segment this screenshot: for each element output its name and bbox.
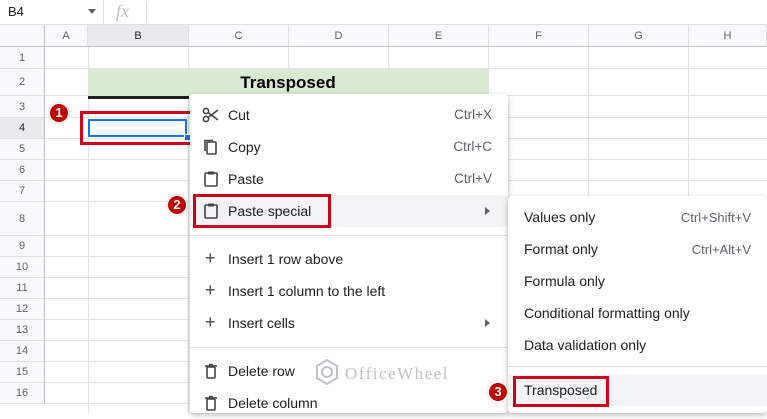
submenu-item-conditional-formatting-only[interactable]: Conditional formatting only xyxy=(508,297,767,329)
plus-icon: + xyxy=(205,248,216,268)
row-header-9[interactable]: 9 xyxy=(0,236,45,257)
highlight-box-transposed xyxy=(513,376,609,407)
menu-item-label: Insert cells xyxy=(228,315,295,331)
row-header-7[interactable]: 7 xyxy=(0,181,45,202)
scissors-icon xyxy=(202,107,219,123)
step-badge-2: 2 xyxy=(166,194,188,216)
menu-separator xyxy=(508,366,767,367)
row-header-10[interactable]: 10 xyxy=(0,257,45,278)
menu-item-label: Paste xyxy=(228,171,264,187)
menu-item-label: Insert 1 column to the left xyxy=(228,283,386,299)
row-header-2[interactable]: 2 xyxy=(0,69,45,96)
row-header-11[interactable]: 11 xyxy=(0,278,45,299)
column-header-e[interactable]: E xyxy=(389,25,489,47)
menu-item-shortcut: Ctrl+C xyxy=(453,139,492,154)
formula-divider xyxy=(146,3,147,21)
submenu-item-label: Format only xyxy=(524,241,598,257)
row-header-1[interactable]: 1 xyxy=(0,47,45,69)
menu-item-paste[interactable]: Paste Ctrl+V xyxy=(190,163,508,195)
row-header-5[interactable]: 5 xyxy=(0,139,45,160)
formula-bar: B4 fx xyxy=(0,0,767,25)
row-header-13[interactable]: 13 xyxy=(0,320,45,341)
submenu-arrow-icon xyxy=(485,319,490,327)
menu-item-copy[interactable]: Copy Ctrl+C xyxy=(190,131,508,163)
menu-item-cut[interactable]: Cut Ctrl+X xyxy=(190,99,508,131)
step-badge-1: 1 xyxy=(48,102,70,124)
menu-item-insert-row-above[interactable]: + Insert 1 row above xyxy=(190,243,508,275)
highlight-box-paste-special xyxy=(193,194,331,228)
copy-icon xyxy=(204,139,217,155)
menu-item-label: Delete row xyxy=(228,363,295,379)
column-header-b[interactable]: B xyxy=(88,25,189,47)
column-header-c[interactable]: C xyxy=(189,25,289,47)
menu-item-label: Insert 1 row above xyxy=(228,251,344,267)
column-header-h[interactable]: H xyxy=(689,25,767,47)
menu-separator xyxy=(190,347,508,348)
menu-item-insert-cells[interactable]: + Insert cells xyxy=(190,307,508,339)
submenu-arrow-icon xyxy=(485,207,490,215)
row-header-4[interactable]: 4 xyxy=(0,118,45,139)
trash-icon xyxy=(205,395,217,411)
submenu-item-label: Conditional formatting only xyxy=(524,305,690,321)
submenu-item-formula-only[interactable]: Formula only xyxy=(508,265,767,297)
menu-item-shortcut: Ctrl+X xyxy=(454,107,492,122)
header-cell-dark[interactable] xyxy=(88,96,189,99)
row-header-14[interactable]: 14 xyxy=(0,341,45,362)
clipboard-icon xyxy=(204,171,218,187)
submenu-item-shortcut: Ctrl+Shift+V xyxy=(680,210,751,225)
menu-item-delete-column[interactable]: Delete column xyxy=(190,387,508,419)
plus-icon: + xyxy=(205,280,216,300)
row-header-12[interactable]: 12 xyxy=(0,299,45,320)
menu-item-label: Copy xyxy=(228,139,261,155)
submenu-item-values-only[interactable]: Values only Ctrl+Shift+V xyxy=(508,201,767,233)
submenu-item-format-only[interactable]: Format only Ctrl+Alt+V xyxy=(508,233,767,265)
chevron-down-icon[interactable] xyxy=(88,9,96,14)
column-header-d[interactable]: D xyxy=(289,25,389,47)
step-badge-3: 3 xyxy=(487,381,509,403)
row-header-15[interactable]: 15 xyxy=(0,362,45,383)
watermark-text: OfficeWheel xyxy=(345,364,449,383)
name-box-value: B4 xyxy=(8,4,24,19)
column-header-f[interactable]: F xyxy=(489,25,589,47)
row-header-16[interactable]: 16 xyxy=(0,383,45,404)
name-box[interactable]: B4 xyxy=(0,0,104,24)
submenu-item-data-validation-only[interactable]: Data validation only xyxy=(508,329,767,361)
submenu-item-label: Formula only xyxy=(524,273,605,289)
menu-item-label: Delete column xyxy=(228,395,318,411)
highlight-box-active-cell xyxy=(80,111,195,145)
column-header-g[interactable]: G xyxy=(589,25,689,47)
submenu-item-shortcut: Ctrl+Alt+V xyxy=(691,242,751,257)
submenu-item-label: Data validation only xyxy=(524,337,647,353)
grid-line xyxy=(88,47,89,413)
select-all-corner[interactable] xyxy=(0,25,45,47)
trash-icon xyxy=(205,363,217,379)
menu-item-shortcut: Ctrl+V xyxy=(454,171,492,186)
row-header-6[interactable]: 6 xyxy=(0,160,45,181)
fx-icon: fx xyxy=(116,1,129,21)
plus-icon: + xyxy=(205,312,216,332)
row-header-3[interactable]: 3 xyxy=(0,96,45,118)
column-header-a[interactable]: A xyxy=(45,25,88,47)
title-cell[interactable]: Transposed xyxy=(88,69,488,96)
menu-item-label: Cut xyxy=(228,107,250,123)
submenu-item-label: Values only xyxy=(524,209,596,225)
row-header-8[interactable]: 8 xyxy=(0,202,45,236)
menu-separator xyxy=(190,235,508,236)
officewheel-logo-icon xyxy=(316,358,338,386)
grid-line xyxy=(188,47,189,413)
menu-item-insert-column-left[interactable]: + Insert 1 column to the left xyxy=(190,275,508,307)
